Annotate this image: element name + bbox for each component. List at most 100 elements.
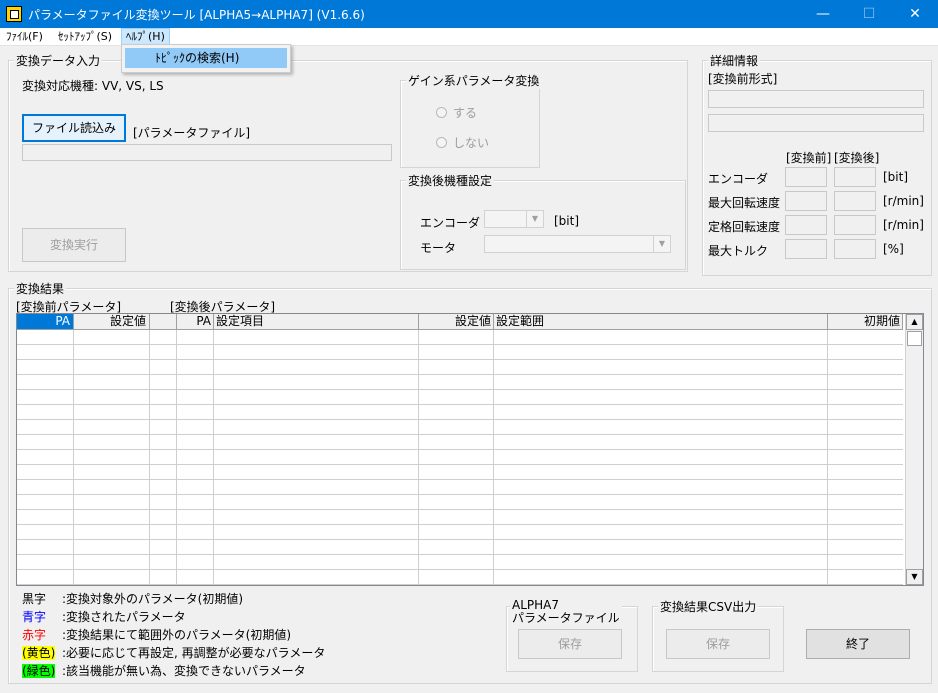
- detail-after-max-speed: [834, 191, 876, 211]
- legend-black: 黒字 :変換対象外のパラメータ(初期値): [22, 590, 243, 607]
- target-model-group-title: 変換後機種設定: [406, 172, 495, 189]
- gain-radio-yes-label: する: [453, 106, 478, 120]
- legend-yellow: (黄色) :必要に応じて再設定, 再調整が必要なパラメータ: [22, 644, 325, 661]
- table-row[interactable]: [17, 420, 903, 435]
- alpha7-save-button[interactable]: 保存: [518, 629, 622, 659]
- legend-yellow-desc: :必要に応じて再設定, 再調整が必要なパラメータ: [62, 646, 326, 660]
- legend-green: (緑色):該当機能が無い為、変換できないパラメータ: [22, 662, 306, 679]
- table-row[interactable]: [17, 555, 903, 570]
- encoder-select[interactable]: ▼: [484, 210, 544, 228]
- table-row[interactable]: [17, 375, 903, 390]
- header-before-value[interactable]: 設定値: [74, 314, 150, 330]
- table-row[interactable]: [17, 405, 903, 420]
- legend-red-key: 赤字: [22, 628, 47, 642]
- file-path-field[interactable]: [22, 144, 392, 161]
- gain-group: [400, 80, 540, 168]
- table-row[interactable]: [17, 570, 903, 585]
- window-title: パラメータファイル変換ツール [ALPHA5→ALPHA7] (V1.6.6): [28, 8, 365, 22]
- motor-select[interactable]: ▼: [484, 235, 671, 253]
- source-format-field-2: [708, 114, 924, 132]
- detail-after-encoder: [834, 167, 876, 187]
- legend-blue-desc: :変換されたパラメータ: [62, 610, 186, 624]
- chevron-down-icon: ▼: [653, 236, 670, 252]
- grid-vertical-scrollbar[interactable]: ▲ ▼: [905, 314, 923, 585]
- close-button[interactable]: ✕: [892, 0, 938, 28]
- motor-label: モータ: [420, 241, 457, 255]
- gain-radio-no-label: しない: [453, 136, 490, 150]
- execute-convert-button[interactable]: 変換実行: [22, 228, 126, 262]
- chevron-down-icon: ▼: [526, 211, 543, 227]
- param-file-label: [パラメータファイル]: [133, 126, 251, 140]
- alpha7-title-line2: パラメータファイル: [512, 611, 620, 625]
- table-row[interactable]: [17, 360, 903, 375]
- header-before-pa[interactable]: PA: [17, 314, 74, 330]
- legend-blue-key: 青字: [22, 610, 47, 624]
- gain-radio-yes[interactable]: する: [436, 104, 477, 121]
- legend-blue: 青字 :変換されたパラメータ: [22, 608, 186, 625]
- legend-yellow-key: (黄色): [22, 646, 56, 660]
- minimize-button[interactable]: —: [800, 0, 846, 28]
- alpha7-save-group-title: ALPHA7 パラメータファイル: [510, 599, 622, 625]
- table-row[interactable]: [17, 390, 903, 405]
- table-row[interactable]: [17, 465, 903, 480]
- table-row[interactable]: [17, 525, 903, 540]
- table-row[interactable]: [17, 480, 903, 495]
- details-before-header: [変換前]: [786, 151, 832, 165]
- scroll-down-icon[interactable]: ▼: [906, 569, 923, 585]
- encoder-label: エンコーダ: [420, 216, 481, 230]
- header-setting-item[interactable]: 設定項目: [214, 314, 419, 330]
- header-after-pa[interactable]: PA: [177, 314, 214, 330]
- legend-red-desc: :変換結果にて範囲外のパラメータ(初期値): [62, 628, 292, 642]
- scroll-thumb[interactable]: [907, 331, 922, 346]
- encoder-unit: [bit]: [554, 214, 580, 228]
- menu-item-topic-search[interactable]: ﾄﾋﾟｯｸの検索(H): [125, 48, 287, 68]
- detail-unit-max-torque: [%]: [883, 242, 904, 256]
- menu-setup[interactable]: ｾｯﾄｱｯﾌﾟ(S): [54, 28, 116, 45]
- detail-unit-max-speed: [r/min]: [883, 194, 924, 208]
- menu-file[interactable]: ﾌｧｲﾙ(F): [2, 28, 47, 45]
- detail-before-max-torque: [785, 239, 827, 259]
- table-row[interactable]: [17, 510, 903, 525]
- header-after-value[interactable]: 設定値: [419, 314, 494, 330]
- csv-save-button[interactable]: 保存: [666, 629, 770, 659]
- scroll-up-icon[interactable]: ▲: [906, 314, 923, 330]
- detail-before-max-speed: [785, 191, 827, 211]
- detail-after-max-torque: [834, 239, 876, 259]
- supported-models-label: 変換対応機種: VV, VS, LS: [22, 79, 164, 93]
- legend-black-desc: :変換対象外のパラメータ(初期値): [62, 592, 244, 606]
- csv-save-group-title: 変換結果CSV出力: [658, 598, 759, 615]
- input-group-title: 変換データ入力: [14, 52, 103, 69]
- gain-radio-no[interactable]: しない: [436, 134, 489, 151]
- detail-label-rated-speed: 定格回転速度: [708, 220, 781, 234]
- header-separator: [150, 314, 177, 330]
- detail-unit-encoder: [bit]: [883, 170, 909, 184]
- table-row[interactable]: [17, 435, 903, 450]
- details-group-title: 詳細情報: [708, 52, 761, 69]
- table-row[interactable]: [17, 345, 903, 360]
- legend-red: 赤字 :変換結果にて範囲外のパラメータ(初期値): [22, 626, 291, 643]
- table-row[interactable]: [17, 330, 903, 345]
- legend-green-key: (緑色): [22, 664, 56, 678]
- exit-button[interactable]: 終了: [806, 629, 910, 659]
- detail-label-max-speed: 最大回転速度: [708, 196, 781, 210]
- title-bar: パラメータファイル変換ツール [ALPHA5→ALPHA7] (V1.6.6) …: [0, 0, 938, 28]
- header-initial-value[interactable]: 初期値: [828, 314, 903, 330]
- help-dropdown-menu: ﾄﾋﾟｯｸの検索(H): [121, 44, 291, 73]
- results-grid[interactable]: PA 設定値 PA 設定項目 設定値 設定範囲 初期値 ▲ ▼: [16, 313, 924, 586]
- load-file-button[interactable]: ファイル読込み: [22, 114, 126, 142]
- source-format-field-1: [708, 90, 924, 108]
- table-row[interactable]: [17, 450, 903, 465]
- source-format-label: [変換前形式]: [708, 72, 778, 86]
- gain-group-title: ゲイン系パラメータ変換: [406, 72, 542, 89]
- menu-help[interactable]: ﾍﾙﾌﾟ(H): [121, 28, 170, 45]
- detail-unit-rated-speed: [r/min]: [883, 218, 924, 232]
- header-setting-range[interactable]: 設定範囲: [494, 314, 828, 330]
- table-row[interactable]: [17, 495, 903, 510]
- details-after-header: [変換後]: [834, 151, 880, 165]
- radio-icon: [436, 137, 447, 148]
- legend-black-key: 黒字: [22, 592, 47, 606]
- detail-after-rated-speed: [834, 215, 876, 235]
- radio-icon: [436, 107, 447, 118]
- maximize-button[interactable]: ☐: [846, 0, 892, 28]
- table-row[interactable]: [17, 540, 903, 555]
